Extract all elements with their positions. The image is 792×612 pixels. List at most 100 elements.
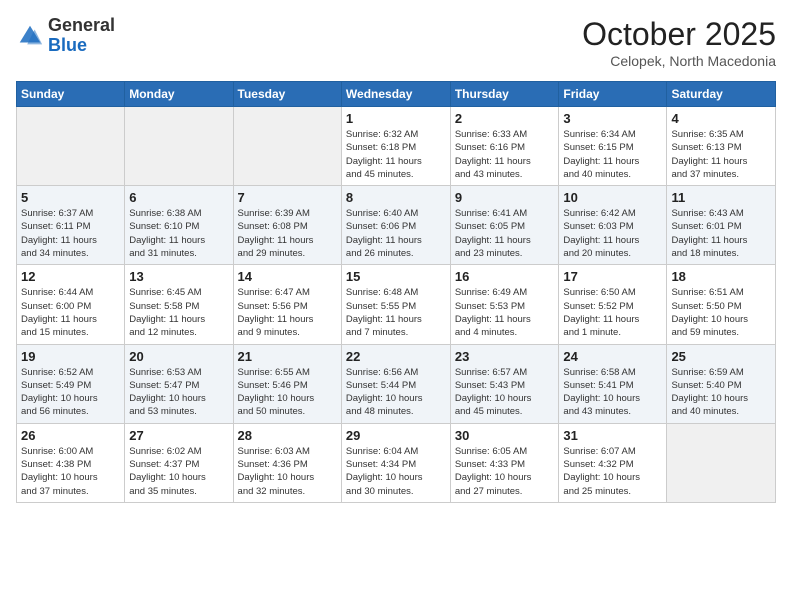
day-info: Sunrise: 6:48 AM Sunset: 5:55 PM Dayligh…	[346, 286, 446, 339]
calendar-cell: 30 Sunrise: 6:05 AM Sunset: 4:33 PM Dayli…	[450, 423, 559, 502]
day-info: Sunrise: 6:33 AM Sunset: 6:16 PM Dayligh…	[455, 128, 555, 181]
day-info: Sunrise: 6:05 AM Sunset: 4:33 PM Dayligh…	[455, 445, 555, 498]
calendar-cell	[667, 423, 776, 502]
day-number: 23	[455, 349, 555, 364]
calendar-table: SundayMondayTuesdayWednesdayThursdayFrid…	[16, 81, 776, 503]
weekday-header-row: SundayMondayTuesdayWednesdayThursdayFrid…	[17, 82, 776, 107]
calendar-cell: 25 Sunrise: 6:59 AM Sunset: 5:40 PM Dayli…	[667, 344, 776, 423]
day-number: 21	[238, 349, 337, 364]
calendar-cell: 31 Sunrise: 6:07 AM Sunset: 4:32 PM Dayli…	[559, 423, 667, 502]
day-info: Sunrise: 6:53 AM Sunset: 5:47 PM Dayligh…	[129, 366, 228, 419]
day-info: Sunrise: 6:58 AM Sunset: 5:41 PM Dayligh…	[563, 366, 662, 419]
day-number: 10	[563, 190, 662, 205]
day-info: Sunrise: 6:40 AM Sunset: 6:06 PM Dayligh…	[346, 207, 446, 260]
calendar-cell: 16 Sunrise: 6:49 AM Sunset: 5:53 PM Dayli…	[450, 265, 559, 344]
day-number: 1	[346, 111, 446, 126]
day-info: Sunrise: 6:32 AM Sunset: 6:18 PM Dayligh…	[346, 128, 446, 181]
day-number: 2	[455, 111, 555, 126]
day-info: Sunrise: 6:45 AM Sunset: 5:58 PM Dayligh…	[129, 286, 228, 339]
calendar-cell: 15 Sunrise: 6:48 AM Sunset: 5:55 PM Dayli…	[341, 265, 450, 344]
calendar-cell: 13 Sunrise: 6:45 AM Sunset: 5:58 PM Dayli…	[125, 265, 233, 344]
day-number: 8	[346, 190, 446, 205]
calendar-cell: 22 Sunrise: 6:56 AM Sunset: 5:44 PM Dayli…	[341, 344, 450, 423]
calendar-cell	[125, 107, 233, 186]
calendar-cell: 4 Sunrise: 6:35 AM Sunset: 6:13 PM Daylig…	[667, 107, 776, 186]
calendar-cell: 9Sunrise: 6:41 AM Sunset: 6:05 PM Daylig…	[450, 186, 559, 265]
day-number: 19	[21, 349, 120, 364]
day-info: Sunrise: 6:43 AM Sunset: 6:01 PM Dayligh…	[671, 207, 771, 260]
day-number: 25	[671, 349, 771, 364]
calendar-cell: 5 Sunrise: 6:37 AM Sunset: 6:11 PM Daylig…	[17, 186, 125, 265]
calendar-cell: 28 Sunrise: 6:03 AM Sunset: 4:36 PM Dayli…	[233, 423, 341, 502]
day-info: Sunrise: 6:42 AM Sunset: 6:03 PM Dayligh…	[563, 207, 662, 260]
day-number: 31	[563, 428, 662, 443]
day-number: 11	[671, 190, 771, 205]
calendar-cell: 20 Sunrise: 6:53 AM Sunset: 5:47 PM Dayli…	[125, 344, 233, 423]
day-info: Sunrise: 6:35 AM Sunset: 6:13 PM Dayligh…	[671, 128, 771, 181]
week-row-4: 19 Sunrise: 6:52 AM Sunset: 5:49 PM Dayli…	[17, 344, 776, 423]
calendar-cell: 2 Sunrise: 6:33 AM Sunset: 6:16 PM Daylig…	[450, 107, 559, 186]
day-info: Sunrise: 6:07 AM Sunset: 4:32 PM Dayligh…	[563, 445, 662, 498]
day-info: Sunrise: 6:59 AM Sunset: 5:40 PM Dayligh…	[671, 366, 771, 419]
day-info: Sunrise: 6:37 AM Sunset: 6:11 PM Dayligh…	[21, 207, 120, 260]
day-info: Sunrise: 6:04 AM Sunset: 4:34 PM Dayligh…	[346, 445, 446, 498]
day-info: Sunrise: 6:55 AM Sunset: 5:46 PM Dayligh…	[238, 366, 337, 419]
day-info: Sunrise: 6:56 AM Sunset: 5:44 PM Dayligh…	[346, 366, 446, 419]
day-number: 4	[671, 111, 771, 126]
day-number: 5	[21, 190, 120, 205]
logo-blue-text: Blue	[48, 35, 87, 55]
day-info: Sunrise: 6:50 AM Sunset: 5:52 PM Dayligh…	[563, 286, 662, 339]
day-number: 30	[455, 428, 555, 443]
day-info: Sunrise: 6:38 AM Sunset: 6:10 PM Dayligh…	[129, 207, 228, 260]
day-number: 24	[563, 349, 662, 364]
month-title: October 2025	[582, 16, 776, 53]
title-block: October 2025 Celopek, North Macedonia	[582, 16, 776, 69]
page-header: General Blue October 2025 Celopek, North…	[16, 16, 776, 69]
calendar-cell: 3 Sunrise: 6:34 AM Sunset: 6:15 PM Daylig…	[559, 107, 667, 186]
day-info: Sunrise: 6:49 AM Sunset: 5:53 PM Dayligh…	[455, 286, 555, 339]
calendar-cell: 23 Sunrise: 6:57 AM Sunset: 5:43 PM Dayli…	[450, 344, 559, 423]
day-info: Sunrise: 6:03 AM Sunset: 4:36 PM Dayligh…	[238, 445, 337, 498]
weekday-header-friday: Friday	[559, 82, 667, 107]
day-number: 16	[455, 269, 555, 284]
day-info: Sunrise: 6:39 AM Sunset: 6:08 PM Dayligh…	[238, 207, 337, 260]
day-info: Sunrise: 6:34 AM Sunset: 6:15 PM Dayligh…	[563, 128, 662, 181]
week-row-3: 12 Sunrise: 6:44 AM Sunset: 6:00 PM Dayli…	[17, 265, 776, 344]
calendar-cell: 17Sunrise: 6:50 AM Sunset: 5:52 PM Dayli…	[559, 265, 667, 344]
week-row-1: 1 Sunrise: 6:32 AM Sunset: 6:18 PM Daylig…	[17, 107, 776, 186]
day-info: Sunrise: 6:51 AM Sunset: 5:50 PM Dayligh…	[671, 286, 771, 339]
calendar-cell: 24 Sunrise: 6:58 AM Sunset: 5:41 PM Dayli…	[559, 344, 667, 423]
weekday-header-tuesday: Tuesday	[233, 82, 341, 107]
day-number: 26	[21, 428, 120, 443]
calendar-cell: 11 Sunrise: 6:43 AM Sunset: 6:01 PM Dayli…	[667, 186, 776, 265]
logo-icon	[16, 22, 44, 50]
day-info: Sunrise: 6:44 AM Sunset: 6:00 PM Dayligh…	[21, 286, 120, 339]
week-row-2: 5 Sunrise: 6:37 AM Sunset: 6:11 PM Daylig…	[17, 186, 776, 265]
day-number: 22	[346, 349, 446, 364]
day-number: 20	[129, 349, 228, 364]
calendar-cell	[233, 107, 341, 186]
day-number: 28	[238, 428, 337, 443]
location-title: Celopek, North Macedonia	[582, 53, 776, 69]
day-number: 3	[563, 111, 662, 126]
day-number: 12	[21, 269, 120, 284]
calendar-cell	[17, 107, 125, 186]
logo-general-text: General	[48, 15, 115, 35]
day-number: 15	[346, 269, 446, 284]
calendar-cell: 19 Sunrise: 6:52 AM Sunset: 5:49 PM Dayli…	[17, 344, 125, 423]
day-number: 6	[129, 190, 228, 205]
calendar-cell: 6 Sunrise: 6:38 AM Sunset: 6:10 PM Daylig…	[125, 186, 233, 265]
calendar-cell: 21 Sunrise: 6:55 AM Sunset: 5:46 PM Dayli…	[233, 344, 341, 423]
day-number: 14	[238, 269, 337, 284]
day-info: Sunrise: 6:00 AM Sunset: 4:38 PM Dayligh…	[21, 445, 120, 498]
calendar-cell: 7Sunrise: 6:39 AM Sunset: 6:08 PM Daylig…	[233, 186, 341, 265]
calendar-cell: 27Sunrise: 6:02 AM Sunset: 4:37 PM Dayli…	[125, 423, 233, 502]
day-info: Sunrise: 6:57 AM Sunset: 5:43 PM Dayligh…	[455, 366, 555, 419]
day-info: Sunrise: 6:47 AM Sunset: 5:56 PM Dayligh…	[238, 286, 337, 339]
calendar-cell: 12 Sunrise: 6:44 AM Sunset: 6:00 PM Dayli…	[17, 265, 125, 344]
day-info: Sunrise: 6:52 AM Sunset: 5:49 PM Dayligh…	[21, 366, 120, 419]
week-row-5: 26 Sunrise: 6:00 AM Sunset: 4:38 PM Dayli…	[17, 423, 776, 502]
day-number: 13	[129, 269, 228, 284]
weekday-header-thursday: Thursday	[450, 82, 559, 107]
weekday-header-wednesday: Wednesday	[341, 82, 450, 107]
